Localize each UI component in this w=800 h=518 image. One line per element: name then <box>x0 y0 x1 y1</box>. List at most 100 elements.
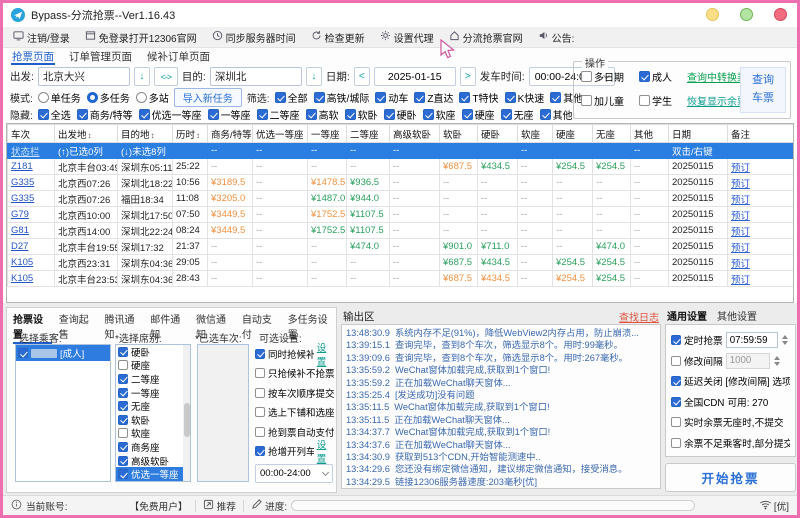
delay-close-row[interactable]: 延迟关闭 [修改间隔] 选项 <box>671 371 790 392</box>
output-log[interactable]: 13:48:30.9 系统内存不足(91%)，降低WebView2内存占用，防止崩… <box>341 324 661 489</box>
train-link[interactable]: G81 <box>11 225 29 236</box>
menu-item-notice[interactable]: 公告: <box>538 30 574 45</box>
filter-动车[interactable]: 动车 <box>375 90 408 105</box>
hide-硬卧[interactable]: 硬卧 <box>383 107 417 122</box>
book-link[interactable]: 预订 <box>731 275 750 286</box>
book-link[interactable]: 预订 <box>731 227 750 238</box>
page-tab-1[interactable]: 订单管理页面 <box>68 48 133 65</box>
column-header[interactable]: 优选一等座 <box>252 124 308 143</box>
interval-row[interactable]: 修改间隔 <box>671 351 790 372</box>
filter-T特快[interactable]: T特快 <box>459 90 499 105</box>
scrollbar[interactable] <box>183 345 190 481</box>
menu-item-official-site[interactable]: 分流抢票官网 <box>449 30 523 45</box>
column-header[interactable]: 历时↕ <box>172 124 208 143</box>
seat-item-优选一等座[interactable]: 优选一等座 <box>116 467 190 481</box>
column-header[interactable]: 软座 <box>517 124 553 143</box>
prev-date-button[interactable]: < <box>353 67 370 86</box>
table-row[interactable]: K105 北京丰台23:53 深圳东04:36 28:43 -- -- -- -- -- ¥687… <box>7 270 793 287</box>
extra-train-time-select[interactable]: 00:00-24:00 <box>255 464 333 483</box>
table-row[interactable]: G335 北京西07:26 福田18:34 11:08 ¥3205.0 -- ¥1487.0… <box>7 190 793 207</box>
filter-Z直达[interactable]: Z直达 <box>414 90 453 105</box>
dest-input[interactable] <box>209 67 302 86</box>
partial-submit-row[interactable]: 余票不足乘客时,部分提交 <box>671 433 790 454</box>
table-row[interactable]: D27 北京丰台19:55 深圳17:32 21:37 -- -- -- ¥474.0 -- ¥9… <box>7 238 793 255</box>
hide-软卧[interactable]: 软卧 <box>344 107 378 122</box>
seat-item-高级软卧[interactable]: 高级软卧 <box>116 454 190 468</box>
mode-radio-多任务[interactable]: 多任务 <box>86 90 130 105</box>
column-header[interactable]: 出发地↕ <box>54 124 118 143</box>
column-header[interactable]: 其他 <box>630 124 669 143</box>
settings-link[interactable]: 设置 <box>317 437 335 465</box>
option-按车次顺序提交[interactable]: 按车次顺序提交 <box>255 383 335 403</box>
hide-一等座[interactable]: 一等座 <box>207 107 251 122</box>
hide-软座[interactable]: 软座 <box>422 107 456 122</box>
selected-trains-list[interactable] <box>197 344 249 482</box>
scrollbar-thumb[interactable] <box>183 403 190 437</box>
passenger-list[interactable]: [成人] <box>15 344 111 482</box>
column-header[interactable]: 软卧 <box>439 124 478 143</box>
adult-checkbox[interactable]: 成人 <box>639 69 687 84</box>
train-link[interactable]: G335 <box>11 193 34 204</box>
seat-item-硬卧[interactable]: 硬卧 <box>116 345 190 359</box>
train-link[interactable]: G335 <box>11 177 34 188</box>
settings-tab-1[interactable]: 查询起售 <box>59 311 98 344</box>
close-button[interactable] <box>774 8 787 21</box>
book-link[interactable]: 预订 <box>731 211 750 222</box>
menu-item-proxy[interactable]: 设置代理 <box>380 30 434 45</box>
seat-class-list[interactable]: 硬卧 硬座 二等座 一等座 无座 软卧 软座 商务座 高级软卧 优选一等座 <box>115 344 191 482</box>
table-row[interactable]: Z181 北京丰台03:49 深圳东05:11 25:22 -- -- -- -- -- ¥687… <box>7 158 793 175</box>
start-grab-button[interactable]: 开始抢票 <box>665 463 796 492</box>
restore-tickets-link[interactable]: 恢复显示余票 <box>687 93 747 108</box>
column-header[interactable]: 一等座 <box>307 124 347 143</box>
cdn-row[interactable]: 全国CDN 可用: 270 <box>671 392 790 413</box>
query-tickets-button[interactable]: 查询车票 <box>740 67 786 113</box>
status-row[interactable]: 状态栏 (↑)已选0列 (↓)未选8列 -- -- -- -- -- -- -- 双击/右键 <box>7 142 793 159</box>
date-value[interactable]: 2025-01-15 <box>373 67 456 86</box>
train-link[interactable]: G79 <box>11 209 29 220</box>
swap-stations-button[interactable]: <-> <box>153 67 178 86</box>
minimize-button[interactable] <box>706 8 719 21</box>
hide-高软[interactable]: 高软 <box>305 107 339 122</box>
interval-input[interactable] <box>725 352 770 369</box>
seat-item-软卧[interactable]: 软卧 <box>116 413 190 427</box>
table-row[interactable]: G79 北京西10:00 深圳北17:50 07:50 ¥3449.5 -- ¥1752.5… <box>7 206 793 223</box>
seat-item-二等座[interactable]: 二等座 <box>116 372 190 386</box>
filter-全部[interactable]: 全部 <box>274 90 308 105</box>
seat-item-一等座[interactable]: 一等座 <box>116 386 190 400</box>
hide-其他[interactable]: 其他 <box>539 107 573 122</box>
column-header[interactable]: 硬座 <box>552 124 593 143</box>
next-date-button[interactable]: > <box>459 67 476 86</box>
book-link[interactable]: 预订 <box>731 163 750 174</box>
column-header[interactable]: 商务/特等 <box>207 124 253 143</box>
train-link[interactable]: Z181 <box>11 161 33 172</box>
push-label[interactable]: 推荐 <box>217 499 236 513</box>
column-header[interactable]: 二等座 <box>346 124 390 143</box>
depart-input[interactable] <box>37 67 130 86</box>
child-checkbox[interactable]: 加儿童 <box>581 93 639 108</box>
settings-link[interactable]: 设置 <box>317 340 335 368</box>
hide-二等座[interactable]: 二等座 <box>256 107 300 122</box>
import-task-button[interactable]: 导入新任务 <box>173 88 242 107</box>
column-header[interactable]: 高级软卧 <box>389 124 440 143</box>
seat-item-软座[interactable]: 软座 <box>116 427 190 440</box>
hide-全选[interactable]: 全选 <box>37 107 71 122</box>
find-log-link[interactable]: 查找日志 <box>619 309 659 324</box>
column-header[interactable]: 目的地↕ <box>117 124 173 143</box>
table-row[interactable]: G81 北京西14:00 深圳北22:24 08:24 ¥3449.5 -- ¥1752.5… <box>7 222 793 239</box>
filter-高铁/城际[interactable]: 高铁/城际 <box>313 90 369 105</box>
stepper-arrows[interactable] <box>773 355 780 366</box>
dest-dropdown-button[interactable]: ↓ <box>305 67 322 86</box>
column-header[interactable]: 车次 <box>7 124 55 143</box>
maximize-button[interactable] <box>740 8 753 21</box>
seat-item-无座[interactable]: 无座 <box>116 399 190 413</box>
seat-item-商务座[interactable]: 商务座 <box>116 440 190 454</box>
book-link[interactable]: 预订 <box>731 243 750 254</box>
student-checkbox[interactable]: 学生 <box>639 93 687 108</box>
option-只抢候补不抢票[interactable]: 只抢候补不抢票 <box>255 364 335 384</box>
depart-dropdown-button[interactable]: ↓ <box>133 67 150 86</box>
status-bar-cell[interactable]: 状态栏 <box>7 142 55 159</box>
train-link[interactable]: K105 <box>11 273 33 284</box>
timed-grab-time-input[interactable] <box>725 332 778 349</box>
column-header[interactable]: 备注 <box>727 124 793 143</box>
table-row[interactable]: G335 北京西07:26 深圳北18:22 10:56 ¥3189.5 -- ¥1478.… <box>7 174 793 191</box>
